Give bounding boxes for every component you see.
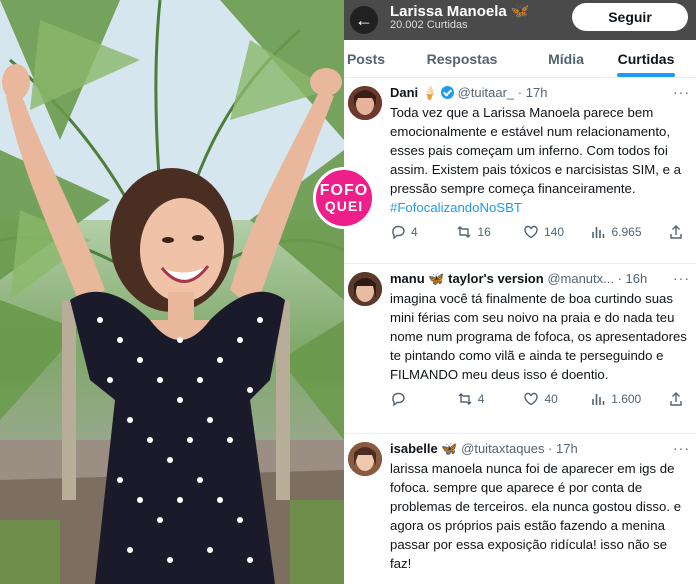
author-name[interactable]: manu [390, 271, 425, 286]
share-button[interactable] [668, 224, 684, 240]
icecream-icon: 🍦 [421, 85, 438, 100]
author-name-suffix[interactable]: taylor's version [448, 271, 544, 286]
author-name[interactable]: isabelle [390, 441, 438, 456]
logo-line-1: FOFO [319, 182, 369, 199]
author-handle[interactable]: @tuitaxtaques [461, 441, 544, 456]
avatar[interactable] [348, 272, 382, 306]
reply-count: 4 [411, 225, 418, 239]
tweet-body: Toda vez que a Larissa Manoela parece be… [390, 105, 681, 196]
reply-button[interactable]: 4 [390, 224, 430, 240]
avatar[interactable] [348, 86, 382, 120]
author-handle[interactable]: @manutx... [547, 271, 614, 286]
butterfly-icon: 🦋 [441, 441, 458, 456]
more-options-icon[interactable]: ··· [673, 270, 690, 286]
butterfly-icon: 🦋 [428, 271, 445, 286]
tweet[interactable]: ··· Dani 🍦 @tuitaar_ · 17h Toda vez que … [344, 78, 696, 264]
tweet[interactable]: ··· isabelle 🦋 @tuitaxtaques · 17h laris… [344, 434, 696, 584]
photo-panel [0, 0, 344, 584]
views-button[interactable]: 6.965 [590, 224, 642, 240]
view-count: 6.965 [611, 225, 642, 239]
retweet-button[interactable]: 16 [456, 224, 496, 240]
tweet-text: imagina você tá finalmente de boa curtin… [390, 291, 687, 382]
tweet-text: Toda vez que a Larissa Manoela parece be… [390, 103, 688, 217]
follow-button[interactable]: Seguir [572, 3, 688, 31]
tweet-time: · 17h [517, 85, 548, 100]
tweet-actions: 4 40 1.600 [390, 391, 688, 407]
fofoquei-logo: FOFO QUEI [313, 167, 375, 229]
tab-curtidas[interactable]: Curtidas [596, 40, 696, 77]
back-button[interactable]: ← [350, 6, 378, 34]
like-button[interactable]: 40 [523, 391, 563, 407]
more-options-icon[interactable]: ··· [673, 84, 690, 100]
profile-tabs: Posts Respostas Mídia Curtidas [344, 40, 696, 78]
author-name[interactable]: Dani [390, 85, 418, 100]
tweet-time: · 17h [548, 441, 578, 456]
retweet-button[interactable]: 4 [457, 391, 497, 407]
reply-icon [392, 225, 405, 240]
verified-badge-icon [440, 86, 454, 99]
retweet-count: 16 [477, 225, 491, 239]
tab-respostas[interactable]: Respostas [388, 40, 536, 77]
views-button[interactable]: 1.600 [590, 391, 641, 407]
like-count: 140 [543, 225, 564, 239]
retweet-icon [457, 226, 471, 238]
butterfly-icon: 🦋 [510, 3, 530, 20]
profile-name: Larissa Manoela 🦋 [390, 2, 529, 20]
likes-count: 20.002 Curtidas [390, 19, 468, 31]
heart-icon [524, 392, 539, 406]
woman-photo [0, 0, 344, 584]
reply-icon [392, 392, 405, 407]
share-button[interactable] [668, 391, 684, 407]
retweet-count: 4 [477, 392, 485, 406]
collage: FOFO QUEI ← Larissa Manoela 🦋 20.002 Curt… [0, 0, 696, 584]
logo-line-2: QUEI [324, 198, 364, 214]
tab-posts[interactable]: Posts [344, 40, 388, 77]
views-icon [592, 227, 605, 238]
profile-name-text: Larissa Manoela [390, 3, 507, 20]
like-button[interactable]: 140 [523, 224, 564, 240]
heart-icon [524, 225, 538, 239]
author-handle[interactable]: @tuitaar_ [458, 85, 515, 100]
profile-header: ← Larissa Manoela 🦋 20.002 Curtidas Segui… [344, 0, 696, 40]
tweet-actions: 4 16 140 6.965 [390, 224, 688, 240]
share-icon [670, 225, 682, 239]
avatar[interactable] [348, 442, 382, 476]
reply-button[interactable] [390, 391, 430, 407]
tab-midia[interactable]: Mídia [536, 40, 596, 77]
twitter-profile-panel: ← Larissa Manoela 🦋 20.002 Curtidas Segui… [344, 0, 696, 584]
tweet-time: · 16h [617, 271, 648, 286]
arrow-left-icon: ← [355, 9, 373, 30]
view-count: 1.600 [611, 392, 642, 406]
like-count: 40 [544, 392, 558, 406]
tweet[interactable]: ··· manu 🦋 taylor's version @manutx... ·… [344, 264, 696, 434]
share-icon [670, 392, 682, 406]
hashtag-link[interactable]: #FofocalizandoNoSBT [390, 200, 522, 215]
views-icon [592, 394, 605, 405]
retweet-icon [458, 393, 472, 405]
tweet-text: larissa manoela nunca foi de aparecer em… [390, 461, 682, 571]
more-options-icon[interactable]: ··· [673, 440, 690, 456]
